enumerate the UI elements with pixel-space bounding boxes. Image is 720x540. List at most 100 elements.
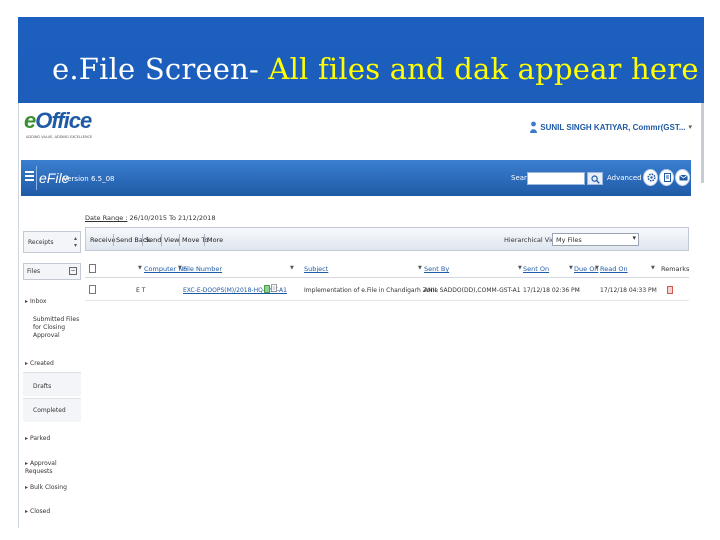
column-read-on[interactable]: Read On [600,265,628,273]
search-icon [591,175,600,184]
table-row[interactable]: E T EXC-E-DOOPS(M)/2018-HQ-GST-A1 Implem… [85,281,689,301]
efile-screenshot: eOffice ADDING VALUE, ADDING EXCELLENCE … [18,103,704,528]
send-button[interactable]: Send [145,236,161,244]
chevron-updown-icon: ▴ ▾ [73,235,77,249]
sidebar-item-completed-label: Completed [33,407,66,414]
view-select-value: My Files [556,236,582,244]
sidebar-item-label: Submitted Files for Closing Approval [33,316,80,339]
caret-right-icon: ▸ [25,508,29,515]
date-range-label: Date Range : [85,214,128,222]
date-range-value: 26/10/2015 To 21/12/2018 [129,214,216,222]
caret-right-icon: ▸ [25,484,29,491]
files-section-header[interactable]: Files − [23,263,81,280]
note-icon[interactable] [271,284,277,292]
toolbar-divider [161,234,162,246]
sidebar-item-created[interactable]: ▸ Created [25,360,81,368]
column-sent-by[interactable]: Sent By [424,265,449,273]
sidebar-item-inbox[interactable]: ▸ Inbox [25,298,81,306]
sidebar-item-parked[interactable]: ▸ Parked [25,435,81,443]
sort-icon[interactable]: ▼ [178,265,182,271]
caret-right-icon: ▸ [25,460,29,467]
column-remarks: Remarks [661,265,690,273]
cell-due-on: - [577,287,580,294]
sort-icon[interactable]: ▼ [138,265,142,271]
toolbar-divider [142,234,143,246]
eoffice-logo[interactable]: eOffice ADDING VALUE, ADDING EXCELLENCE [24,108,92,144]
row-checkbox[interactable] [89,285,96,294]
sidebar-item-label: Closed [30,508,51,515]
sidebar-item-approval-requests[interactable]: ▸ Approval Requests [25,460,81,476]
search-input[interactable] [527,172,585,185]
sort-icon[interactable]: ▼ [651,265,655,271]
sort-icon[interactable]: ▼ [290,265,294,271]
view-select[interactable]: My Files ▾ [552,233,639,246]
sidebar-item-submitted-closing[interactable]: Submitted Files for Closing Approval [33,316,81,340]
files-label: Files [27,268,41,275]
menu-icon[interactable] [25,171,34,183]
cell-read-on: 17/12/18 04:33 PM [600,287,657,294]
logo-wordmark: eOffice [24,108,92,134]
mail-icon [679,174,688,181]
column-sent-on[interactable]: Sent On [523,265,549,273]
cell-sent-on: 17/12/18 02:36 PM [523,287,580,294]
sidebar-item-label: Approval Requests [25,460,57,475]
user-name: SUNIL SINGH KATIYAR, Commr(GST... [540,122,686,132]
cell-sent-by: ANIL SADDO(DD),COMM-GST-A1 [424,287,521,294]
select-all-checkbox[interactable] [89,264,96,273]
caret-right-icon: ▸ [25,435,29,442]
sidebar-item-label: Bulk Closing [30,484,67,491]
remarks-icon[interactable] [667,286,673,294]
receipts-files-select[interactable]: Receipts ▴ ▾ [23,231,81,253]
settings-icon [647,173,656,182]
toolbar-divider [113,234,114,246]
column-subject[interactable]: Subject [304,265,328,273]
sidebar: Receipts ▴ ▾ Files − ▸ Inbox Submitted Fil… [21,206,83,528]
user-menu[interactable]: SUNIL SINGH KATIYAR, Commr(GST... ▾ [530,121,692,133]
select-value: Receipts [28,239,54,246]
window-scrollbar[interactable] [701,103,704,183]
cell-computer-no: E T [136,287,146,294]
view-button[interactable]: View [164,236,179,244]
user-icon [530,121,538,133]
main-content: Date Range : 26/10/2015 To 21/12/2018 Re… [85,206,691,528]
more-button[interactable]: More [207,236,223,244]
date-range: Date Range : 26/10/2015 To 21/12/2018 [85,214,215,222]
collapse-icon[interactable]: − [69,267,77,275]
table-header: ▼ Computer No ▼ File Number ▼ Subject ▼ … [85,260,689,278]
sidebar-item-bulk-closing[interactable]: ▸ Bulk Closing [25,484,81,492]
sort-icon[interactable]: ▼ [418,265,422,271]
cell-subject: Implementation of e.File in Chandigarh Z… [304,287,438,294]
sidebar-item-closed[interactable]: ▸ Closed [25,508,81,516]
slide-title-rest: All files and dak appear here [259,52,699,86]
app-navbar: eFile Version 6.5_08 Search Advanced [21,160,691,196]
chevron-down-icon: ▾ [688,123,692,131]
sort-icon[interactable]: ▼ [518,265,522,271]
column-file-number[interactable]: File Number [183,265,222,273]
sort-icon[interactable]: ▼ [569,265,573,271]
logo-tagline: ADDING VALUE, ADDING EXCELLENCE [26,135,93,139]
app-version: Version 6.5_08 [63,175,115,183]
sidebar-item-drafts-label: Drafts [33,383,52,390]
sidebar-item-label: Created [30,360,54,367]
caret-right-icon: ▸ [25,360,29,367]
documents-button[interactable] [659,169,674,186]
sidebar-item-label: Parked [30,435,51,442]
sidebar-item-label: Inbox [30,298,47,305]
search-button[interactable] [587,172,603,185]
toolbar-divider [179,234,180,246]
receive-button[interactable]: Receive [90,236,115,244]
navbar-divider [36,166,37,190]
toolbar-divider [204,234,205,246]
chevron-down-icon: ▾ [632,234,636,242]
advanced-search-link[interactable]: Advanced [607,174,642,182]
document-icon [664,173,671,182]
logo-e: e [24,108,36,133]
file-toolbar: Receive Send Back Send View Move To More… [85,227,689,251]
caret-right-icon: ▸ [25,298,29,305]
sort-icon[interactable]: ▼ [595,265,599,271]
mail-button[interactable] [675,169,690,186]
slide-title-prefix: e.File Screen- [52,52,260,86]
logo-office: Office [35,108,92,133]
file-attachment-icon[interactable] [264,285,270,293]
settings-button[interactable] [643,169,658,186]
